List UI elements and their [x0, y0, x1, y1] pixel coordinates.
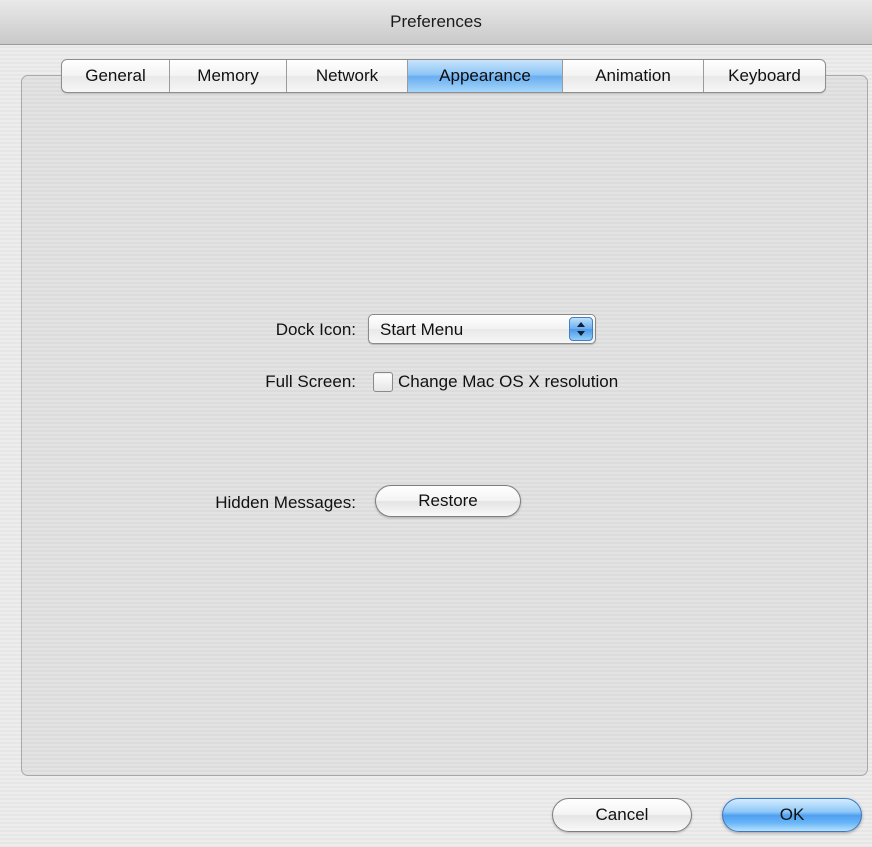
change-resolution-checkbox[interactable] [373, 372, 393, 392]
dock-icon-popup[interactable]: Start Menu [368, 314, 596, 344]
tab-panel [21, 75, 868, 776]
tab-keyboard[interactable]: Keyboard [704, 60, 825, 92]
hidden-messages-label: Hidden Messages: [215, 493, 356, 512]
ok-button[interactable]: OK [722, 798, 862, 832]
tab-appearance[interactable]: Appearance [408, 60, 563, 92]
full-screen-label: Full Screen: [265, 372, 356, 391]
tab-animation[interactable]: Animation [563, 60, 704, 92]
tab-network[interactable]: Network [287, 60, 408, 92]
change-resolution-label[interactable]: Change Mac OS X resolution [398, 372, 618, 392]
cancel-button[interactable]: Cancel [552, 798, 692, 832]
popup-arrows-icon [569, 317, 593, 341]
tab-memory[interactable]: Memory [170, 60, 287, 92]
dock-icon-label: Dock Icon: [275, 320, 356, 339]
preferences-window: Preferences General Memory Network Appea… [0, 0, 872, 847]
title-bar[interactable]: Preferences [0, 0, 872, 45]
dock-icon-value: Start Menu [380, 320, 464, 339]
window-title: Preferences [390, 12, 482, 31]
tab-general[interactable]: General [62, 60, 170, 92]
restore-button[interactable]: Restore [375, 485, 521, 517]
tab-bar: General Memory Network Appearance Animat… [61, 59, 826, 93]
